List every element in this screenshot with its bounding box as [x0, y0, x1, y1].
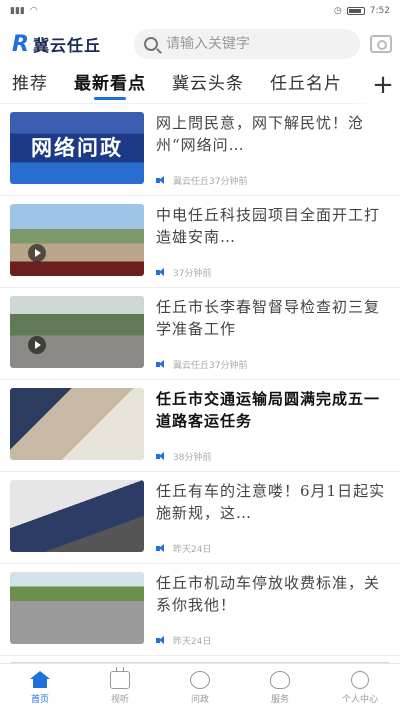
news-thumbnail: 网络问政	[10, 112, 144, 184]
tab-latest[interactable]: 最新看点	[74, 66, 146, 104]
news-item[interactable]: 任丘市机动车停放收费标准，关系你我他！ 昨天24日	[0, 564, 400, 656]
app-logo: R 冀云任丘	[12, 32, 124, 57]
play-icon[interactable]	[28, 336, 46, 354]
tab-recommend[interactable]: 推荐	[12, 66, 48, 104]
speaker-icon[interactable]	[156, 268, 167, 277]
status-right: ◷ 7:52	[334, 6, 390, 16]
home-icon	[30, 670, 50, 689]
news-item[interactable]: 任丘市交通运输局圆满完成五一道路客运任务 38分钟前	[0, 380, 400, 472]
speaker-icon[interactable]	[156, 452, 167, 461]
app-header: R 冀云任丘	[0, 22, 400, 66]
news-thumbnail	[10, 204, 144, 276]
wifi-icon: ◠	[29, 6, 38, 16]
news-thumbnail	[10, 480, 144, 552]
scan-icon[interactable]	[370, 35, 392, 53]
nav-label: 问政	[190, 694, 209, 705]
channel-tabs: 推荐 最新看点 冀云头条 任丘名片 +	[0, 66, 400, 104]
news-item[interactable]: 中电任丘科技园项目全面开工打造雄安南… 37分钟前	[0, 196, 400, 288]
nav-politics[interactable]: 问政	[160, 664, 240, 711]
tab-city-card[interactable]: 任丘名片	[270, 66, 342, 104]
news-title: 任丘市交通运输局圆满完成五一道路客运任务	[156, 390, 381, 430]
news-thumbnail	[10, 296, 144, 368]
add-channel-button[interactable]: +	[366, 66, 400, 104]
news-thumbnail	[10, 572, 144, 644]
news-meta: 37分钟前	[173, 269, 212, 279]
speaker-icon[interactable]	[156, 360, 167, 369]
alarm-icon: ◷	[333, 6, 342, 16]
nav-label: 服务	[270, 694, 289, 705]
news-item[interactable]: 任丘有车的注意喽！6月1日起实施新规，这… 昨天24日	[0, 472, 400, 564]
news-meta: 冀云任丘37分钟前	[173, 177, 248, 187]
news-meta: 38分钟前	[173, 453, 212, 463]
news-list: 网络问政 网上問民意，网下解民忧！沧州“网络问… 冀云任丘37分钟前 中电任丘科…	[0, 104, 400, 656]
nav-label: 视听	[110, 694, 129, 705]
news-meta: 昨天24日	[173, 637, 212, 647]
news-thumbnail	[10, 388, 144, 460]
search-icon	[144, 37, 158, 51]
speaker-icon[interactable]	[156, 544, 167, 553]
tab-headlines[interactable]: 冀云头条	[172, 66, 244, 104]
user-icon	[351, 670, 369, 689]
status-bar: ▮▮▮ ◠ ◷ 7:52	[0, 0, 400, 22]
battery-icon	[346, 7, 365, 15]
search-input[interactable]	[166, 36, 346, 52]
heart-icon	[270, 670, 290, 689]
news-title: 网上問民意，网下解民忧！沧州“网络问…	[156, 114, 365, 154]
news-title: 任丘有车的注意喽！6月1日起实施新规，这…	[156, 482, 386, 522]
logo-mark: R	[12, 31, 29, 57]
clock: 7:52	[369, 6, 390, 16]
news-meta: 昨天24日	[173, 545, 212, 555]
news-meta: 冀云任丘37分钟前	[173, 361, 248, 371]
signal-icon: ▮▮▮	[10, 6, 25, 16]
speaker-icon[interactable]	[156, 176, 167, 185]
news-item[interactable]: 网络问政 网上問民意，网下解民忧！沧州“网络问… 冀云任丘37分钟前	[0, 104, 400, 196]
bottom-nav: 首页 视听 问政 服务 个人中心	[0, 663, 400, 711]
news-item[interactable]: 任丘市长李春智督导检查初三复学准备工作 冀云任丘37分钟前	[0, 288, 400, 380]
news-title: 任丘市长李春智督导检查初三复学准备工作	[156, 298, 381, 338]
nav-media[interactable]: 视听	[80, 664, 160, 711]
search-bar[interactable]	[134, 29, 360, 59]
logo-text: 冀云任丘	[32, 36, 101, 55]
speaker-icon[interactable]	[156, 636, 167, 645]
nav-label: 个人中心	[341, 694, 378, 705]
thumbnail-label: 网络问政	[31, 136, 123, 160]
play-icon[interactable]	[28, 244, 46, 262]
nav-label: 首页	[30, 694, 49, 705]
nav-home[interactable]: 首页	[0, 664, 80, 711]
status-left: ▮▮▮ ◠	[10, 6, 38, 16]
nav-profile[interactable]: 个人中心	[320, 664, 400, 711]
news-title: 任丘市机动车停放收费标准，关系你我他！	[156, 574, 381, 614]
tv-icon	[110, 666, 130, 689]
news-title: 中电任丘科技园项目全面开工打造雄安南…	[156, 206, 381, 246]
chat-icon	[190, 670, 210, 689]
nav-service[interactable]: 服务	[240, 664, 320, 711]
